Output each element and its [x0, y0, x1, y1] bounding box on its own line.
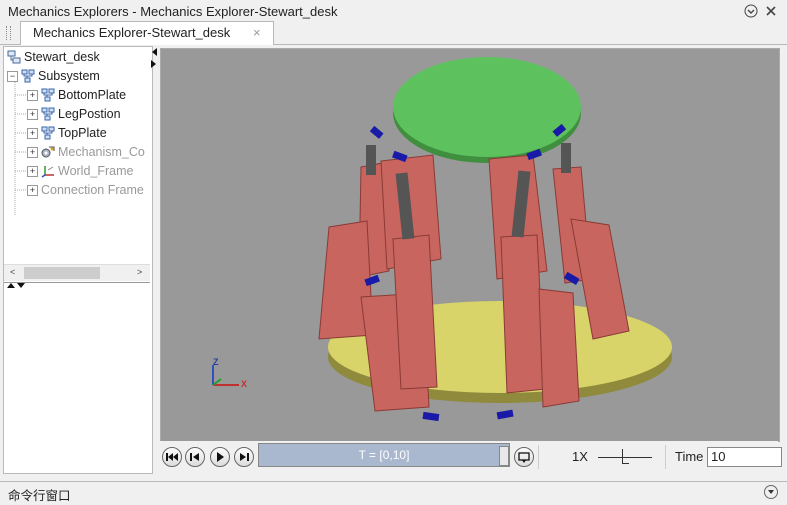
tree-item-mechanism[interactable]: + Mechanism_Co — [27, 143, 145, 161]
tab-mechanics-explorer[interactable]: Mechanics Explorer-Stewart_desk × — [20, 21, 274, 45]
tree-item-bottomplate[interactable]: + BottomPlate — [27, 86, 126, 104]
axis-z-label: Z — [213, 357, 219, 367]
mechanism-icon — [41, 145, 55, 159]
tree-item-label: Connection Frame — [41, 183, 144, 197]
joint — [422, 411, 440, 422]
window-titlebar: Mechanics Explorers - Mechanics Explorer… — [0, 0, 787, 23]
stewart-platform-render — [212, 57, 672, 422]
tree-item-connection-frame[interactable]: + Connection Frame — [27, 181, 144, 199]
rewind-icon[interactable] — [162, 447, 182, 467]
tree-item-subsystem[interactable]: − Subsystem — [7, 67, 100, 85]
speed-slider-knob[interactable] — [622, 449, 629, 464]
tree-item-label: TopPlate — [58, 126, 107, 140]
expand-icon[interactable]: + — [27, 128, 38, 139]
top-plate — [393, 57, 581, 157]
pane-collapse-toggle[interactable] — [150, 46, 158, 72]
play-icon[interactable] — [210, 447, 230, 467]
speed-label: 1X — [572, 449, 588, 464]
3d-viewport[interactable]: Z X — [160, 48, 780, 442]
playback-toolbar: T = [0,10] 1X Time 10 — [160, 441, 782, 473]
step-forward-icon[interactable] — [234, 447, 254, 467]
tree-item-label: Mechanism_Co — [58, 145, 145, 159]
tree-root[interactable]: Stewart_desk — [7, 48, 100, 66]
scrollbar-thumb[interactable] — [24, 267, 100, 279]
chevron-down-icon[interactable] — [764, 485, 778, 499]
time-label: Time — [675, 449, 704, 464]
leg-front-right — [500, 234, 546, 394]
expand-icon[interactable]: + — [27, 147, 38, 158]
subsystem-icon — [21, 69, 35, 83]
window-title: Mechanics Explorers - Mechanics Explorer… — [8, 4, 338, 19]
timeline-progress[interactable]: T = [0,10] — [258, 443, 510, 467]
expand-icon[interactable]: + — [27, 109, 38, 120]
expand-icon[interactable]: + — [27, 90, 38, 101]
expand-icon[interactable]: + — [27, 166, 38, 177]
tab-grip[interactable] — [6, 26, 11, 40]
timeline-handle[interactable] — [499, 446, 509, 466]
command-window-label: 命令行窗口 — [8, 489, 71, 503]
scroll-left-icon[interactable]: < — [10, 267, 15, 277]
tree-item-world-frame[interactable]: + World_Frame — [27, 162, 133, 180]
loop-icon[interactable] — [514, 447, 534, 467]
rod-back-left — [366, 145, 376, 175]
leg-front-left — [392, 234, 438, 390]
time-input[interactable]: 10 — [707, 447, 782, 467]
subsystem-icon — [41, 88, 55, 102]
joint — [369, 125, 384, 139]
tree-item-label: LegPostion — [58, 107, 121, 121]
tree-item-label: Subsystem — [38, 69, 100, 83]
rod-back-right — [561, 143, 571, 173]
pane-splitter[interactable] — [4, 282, 150, 289]
tree-item-label: World_Frame — [58, 164, 134, 178]
subsystem-icon — [41, 107, 55, 121]
tree-item-label: BottomPlate — [58, 88, 127, 102]
progress-label: T = [0,10] — [358, 448, 410, 462]
tree-item-topplate[interactable]: + TopPlate — [27, 124, 107, 142]
joint — [496, 409, 514, 420]
subsystem-icon — [41, 126, 55, 140]
expand-icon[interactable]: + — [27, 185, 38, 196]
leg-front-right-body — [538, 288, 580, 408]
tab-close-icon[interactable]: × — [253, 25, 261, 40]
tree-item-legpostion[interactable]: + LegPostion — [27, 105, 121, 123]
step-back-icon[interactable] — [185, 447, 205, 467]
tree-pane: Stewart_desk − Subsystem + BottomPlate +… — [3, 46, 153, 474]
frame-icon — [41, 164, 55, 178]
tree-root-label: Stewart_desk — [24, 50, 100, 64]
toolbar-separator — [538, 445, 539, 469]
scroll-right-icon[interactable]: > — [137, 267, 142, 277]
collapse-icon[interactable]: − — [7, 71, 18, 82]
close-icon[interactable] — [764, 4, 778, 18]
tree-horizontal-scrollbar[interactable]: < > — [4, 264, 150, 281]
axis-x-label: X — [241, 379, 248, 389]
model-icon — [7, 50, 21, 64]
axis-triad — [212, 365, 239, 386]
command-window-bar: 命令行窗口 — [0, 481, 787, 505]
toolbar-separator — [665, 445, 666, 469]
tab-label: Mechanics Explorer-Stewart_desk — [33, 25, 231, 40]
chevron-circle-down-icon[interactable] — [744, 4, 758, 18]
